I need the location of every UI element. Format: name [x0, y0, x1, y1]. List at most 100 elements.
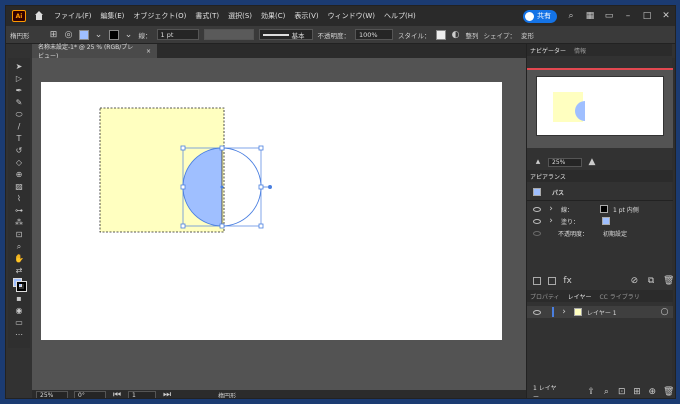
- menu-help[interactable]: ヘルプ(H): [384, 11, 416, 21]
- direct-selection-tool-icon[interactable]: ▷: [13, 74, 25, 84]
- export-icon[interactable]: ⇪: [586, 387, 595, 397]
- draw-mode-icon[interactable]: ◉: [13, 306, 25, 316]
- menu-view[interactable]: 表示(V): [294, 11, 318, 21]
- eye-icon[interactable]: [533, 309, 541, 315]
- artboard-tool-icon[interactable]: ⊡: [13, 230, 25, 240]
- search-icon[interactable]: ⌕: [566, 11, 576, 21]
- handle-top-right[interactable]: [258, 145, 264, 151]
- duplicate-item-icon[interactable]: ⧉: [646, 276, 656, 286]
- eraser-tool-icon[interactable]: ◇: [13, 158, 25, 168]
- stroke-row-value[interactable]: 1 pt 内側: [613, 205, 639, 214]
- pie-widget-handle[interactable]: [268, 185, 272, 189]
- hand-tool-icon[interactable]: ✋: [13, 254, 25, 264]
- style-swatch[interactable]: [435, 29, 446, 40]
- tab-layers[interactable]: レイヤー: [568, 292, 592, 301]
- menu-select[interactable]: 選択(S): [228, 11, 252, 21]
- chevron-right-icon[interactable]: ›: [546, 204, 556, 214]
- add-fill-icon[interactable]: [547, 277, 556, 285]
- swap-colors-icon[interactable]: ⇄: [13, 266, 25, 276]
- target-icon[interactable]: ○: [660, 307, 670, 317]
- appearance-stroke-row[interactable]: › 線： 1 pt 内側: [527, 203, 673, 215]
- more-tools-icon[interactable]: ⋯: [13, 330, 25, 340]
- curvature-tool-icon[interactable]: ✎: [13, 98, 25, 108]
- fill-stroke-icon[interactable]: [13, 278, 27, 292]
- menu-file[interactable]: ファイル(F): [54, 11, 92, 21]
- transform-label[interactable]: 変形: [521, 30, 534, 40]
- shape-builder-tool-icon[interactable]: ⊕: [13, 170, 25, 180]
- symbol-sprayer-tool-icon[interactable]: ⁂: [13, 218, 25, 228]
- menu-effect[interactable]: 効果(C): [261, 11, 285, 21]
- layer-name[interactable]: レイヤー 1: [587, 308, 617, 317]
- menu-edit[interactable]: 編集(E): [101, 11, 125, 21]
- fill-swatch[interactable]: [78, 29, 89, 40]
- paintbrush-tool-icon[interactable]: /: [13, 122, 25, 132]
- menu-window[interactable]: ウィンドウ(W): [328, 11, 375, 21]
- handle-middle-left[interactable]: [180, 184, 186, 190]
- last-artboard-icon[interactable]: ⏭: [162, 390, 172, 398]
- clipping-mask-icon[interactable]: ⊡: [617, 387, 626, 397]
- rotate-tool-icon[interactable]: ↺: [13, 146, 25, 156]
- stroke-color-swatch[interactable]: [16, 281, 27, 292]
- pen-tool-icon[interactable]: ✒: [13, 86, 25, 96]
- chevron-right-icon[interactable]: ›: [546, 216, 556, 226]
- stroke-row-swatch[interactable]: [600, 205, 609, 213]
- delete-item-icon[interactable]: 🗑: [663, 276, 674, 286]
- target-icon[interactable]: ◎: [64, 30, 74, 40]
- handle-top-center[interactable]: [219, 145, 225, 151]
- opacity-field[interactable]: 100%: [355, 29, 393, 40]
- ellipse-tool-icon[interactable]: ⬭: [13, 110, 25, 120]
- clear-appearance-icon[interactable]: ⊘: [629, 276, 639, 286]
- eye-icon[interactable]: [533, 230, 541, 236]
- eye-icon[interactable]: [533, 206, 541, 212]
- maximize-icon[interactable]: □: [642, 11, 652, 21]
- selection-tool-icon[interactable]: ➤: [13, 62, 25, 72]
- document-tab[interactable]: 名称未設定-1* @ 25 % (RGB/プレビュー) ×: [32, 44, 157, 60]
- tab-navigator[interactable]: ナビゲーター: [530, 46, 566, 55]
- tab-properties[interactable]: プロパティ: [530, 292, 560, 301]
- chevron-right-icon[interactable]: ›: [559, 307, 569, 317]
- home-icon[interactable]: [34, 11, 44, 21]
- new-layer-icon[interactable]: ⊕: [648, 387, 657, 397]
- screen-mode-icon[interactable]: ▭: [13, 318, 25, 328]
- zoom-out-icon[interactable]: ▴: [533, 157, 543, 167]
- tab-cc-libraries[interactable]: CC ライブラリ: [599, 292, 639, 301]
- stroke-weight-field[interactable]: 1 pt: [156, 29, 199, 40]
- tab-info[interactable]: 情報: [574, 46, 586, 55]
- menu-type[interactable]: 書式(T): [195, 11, 219, 21]
- handle-middle-right[interactable]: [258, 184, 264, 190]
- close-icon[interactable]: ✕: [661, 11, 671, 21]
- canvas-area[interactable]: [32, 58, 526, 390]
- minimize-icon[interactable]: –: [623, 11, 633, 21]
- appearance-opacity-row[interactable]: 不透明度： 初期設定: [527, 227, 673, 239]
- eye-icon[interactable]: [533, 218, 541, 224]
- handle-bottom-left[interactable]: [180, 223, 186, 229]
- grid-icon[interactable]: ⊞: [49, 30, 59, 40]
- menu-object[interactable]: オブジェクト(O): [133, 11, 186, 21]
- type-tool-icon[interactable]: T: [13, 134, 25, 144]
- zoom-field[interactable]: 25%: [36, 391, 68, 398]
- locate-object-icon[interactable]: ⌕: [602, 387, 611, 397]
- align-label[interactable]: 整列: [466, 30, 479, 40]
- chevron-down-icon[interactable]: ⌄: [94, 30, 104, 40]
- eyedropper-tool-icon[interactable]: ⌇: [13, 194, 25, 204]
- opacity-row-value[interactable]: 初期設定: [603, 229, 627, 238]
- share-button[interactable]: 共有: [523, 9, 557, 23]
- brush-field[interactable]: 基本: [258, 29, 313, 40]
- new-sublayer-icon[interactable]: ⊞: [632, 387, 641, 397]
- close-tab-icon[interactable]: ×: [146, 48, 151, 55]
- zoom-tool-icon[interactable]: ⌕: [13, 242, 25, 252]
- variable-width-field[interactable]: [203, 29, 254, 40]
- fill-row-swatch[interactable]: [602, 217, 611, 225]
- artboard-number-field[interactable]: 1: [128, 391, 156, 398]
- stroke-swatch[interactable]: [108, 29, 119, 40]
- artboard[interactable]: [41, 82, 502, 340]
- handle-bottom-center[interactable]: [219, 223, 225, 229]
- navigator-zoom-field[interactable]: 25%: [548, 157, 582, 167]
- arrange-documents-icon[interactable]: ▦: [585, 11, 595, 21]
- handle-bottom-right[interactable]: [258, 223, 264, 229]
- add-stroke-icon[interactable]: [533, 277, 541, 285]
- recolor-icon[interactable]: ◐: [451, 30, 461, 40]
- chevron-down-icon[interactable]: ⌄: [124, 30, 134, 40]
- rotate-view-field[interactable]: 0°: [74, 391, 106, 398]
- handle-top-left[interactable]: [180, 145, 186, 151]
